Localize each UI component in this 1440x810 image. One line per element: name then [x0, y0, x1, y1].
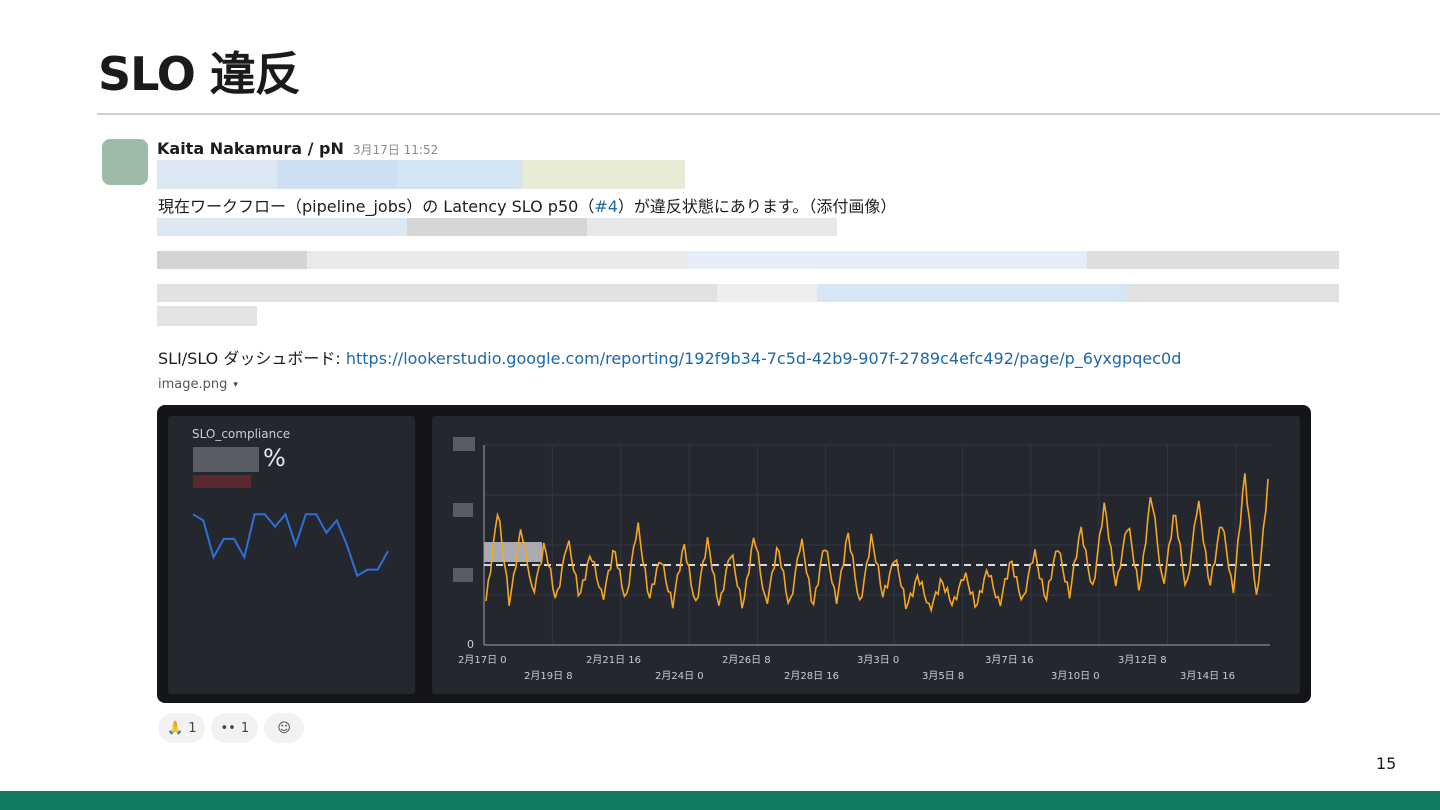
y-tick-label: 0 — [467, 638, 474, 651]
compliance-series-line — [192, 512, 389, 578]
latency-chart: 0 — [453, 437, 1270, 651]
attachment-header[interactable]: image.png ▾ — [158, 377, 238, 392]
redacted-text — [157, 218, 837, 236]
compliance-label: SLO_compliance — [192, 427, 291, 441]
message-header: Kaita Nakamura / pN 3月17日 11:52 — [157, 139, 438, 158]
slide-title: SLO 違反 — [98, 47, 301, 101]
x-tick-label: 3月5日 8 — [922, 671, 965, 682]
add-reaction-button[interactable]: ☺ — [264, 713, 305, 743]
message-line: SLI/SLO ダッシュボード: https://lookerstudio.go… — [158, 345, 1181, 369]
message-text: 現在ワークフロー（pipeline_jobs）の Latency SLO p50… — [158, 197, 595, 216]
pray-icon: 🙏 — [167, 720, 184, 736]
x-tick-label: 3月3日 0 — [857, 655, 900, 666]
dashboard-label: SLI/SLO ダッシュボード: — [158, 349, 346, 368]
redacted-value — [193, 475, 251, 488]
eyes-icon: •• — [220, 720, 236, 736]
x-tick-label: 2月21日 16 — [586, 655, 641, 666]
x-tick-label: 2月26日 8 — [722, 655, 771, 666]
compliance-unit: % — [263, 444, 286, 472]
redacted-value — [193, 447, 259, 472]
latency-series-line — [485, 473, 1269, 614]
caret-down-icon[interactable]: ▾ — [233, 380, 238, 390]
x-tick-label: 3月14日 16 — [1180, 671, 1235, 682]
reactions-bar: 🙏 1 •• 1 ☺ — [158, 713, 305, 743]
dashboard-link[interactable]: https://lookerstudio.google.com/reportin… — [346, 349, 1182, 368]
add-emoji-icon: ☺ — [277, 720, 291, 736]
page-number: 15 — [1376, 754, 1397, 773]
message-timestamp[interactable]: 3月17日 11:52 — [353, 141, 438, 158]
message-line: 現在ワークフロー（pipeline_jobs）の Latency SLO p50… — [158, 193, 896, 217]
footer-bar — [0, 791, 1440, 810]
x-tick-label: 3月7日 16 — [985, 655, 1034, 666]
reaction-count: 1 — [240, 720, 250, 736]
x-tick-label: 3月12日 8 — [1118, 655, 1167, 666]
x-tick-label: 2月24日 0 — [655, 671, 704, 682]
avatar[interactable] — [102, 139, 148, 185]
reaction-eyes[interactable]: •• 1 — [211, 713, 259, 743]
issue-link[interactable]: #4 — [594, 197, 618, 216]
x-tick-label: 2月28日 16 — [784, 671, 839, 682]
x-tick-label: 2月17日 0 — [458, 655, 507, 666]
redacted-mention — [157, 160, 685, 189]
redacted-text — [157, 251, 1339, 269]
redacted-tick — [453, 437, 475, 451]
title-divider — [97, 113, 1440, 115]
author-name[interactable]: Kaita Nakamura / pN — [157, 139, 344, 158]
message-text: ）が違反状態にあります。（添付画像） — [617, 197, 897, 216]
reaction-count: 1 — [188, 720, 197, 736]
chart-grid — [483, 444, 1270, 646]
attachment-filename[interactable]: image.png — [158, 377, 227, 392]
reaction-pray[interactable]: 🙏 1 — [158, 713, 206, 743]
redacted-tick — [453, 503, 473, 517]
redacted-tick — [453, 568, 473, 582]
compliance-sparkline — [192, 512, 389, 578]
x-tick-label: 3月10日 0 — [1051, 671, 1100, 682]
redacted-text — [157, 284, 1339, 302]
redacted-text — [157, 306, 257, 326]
x-tick-label: 2月19日 8 — [524, 671, 573, 682]
